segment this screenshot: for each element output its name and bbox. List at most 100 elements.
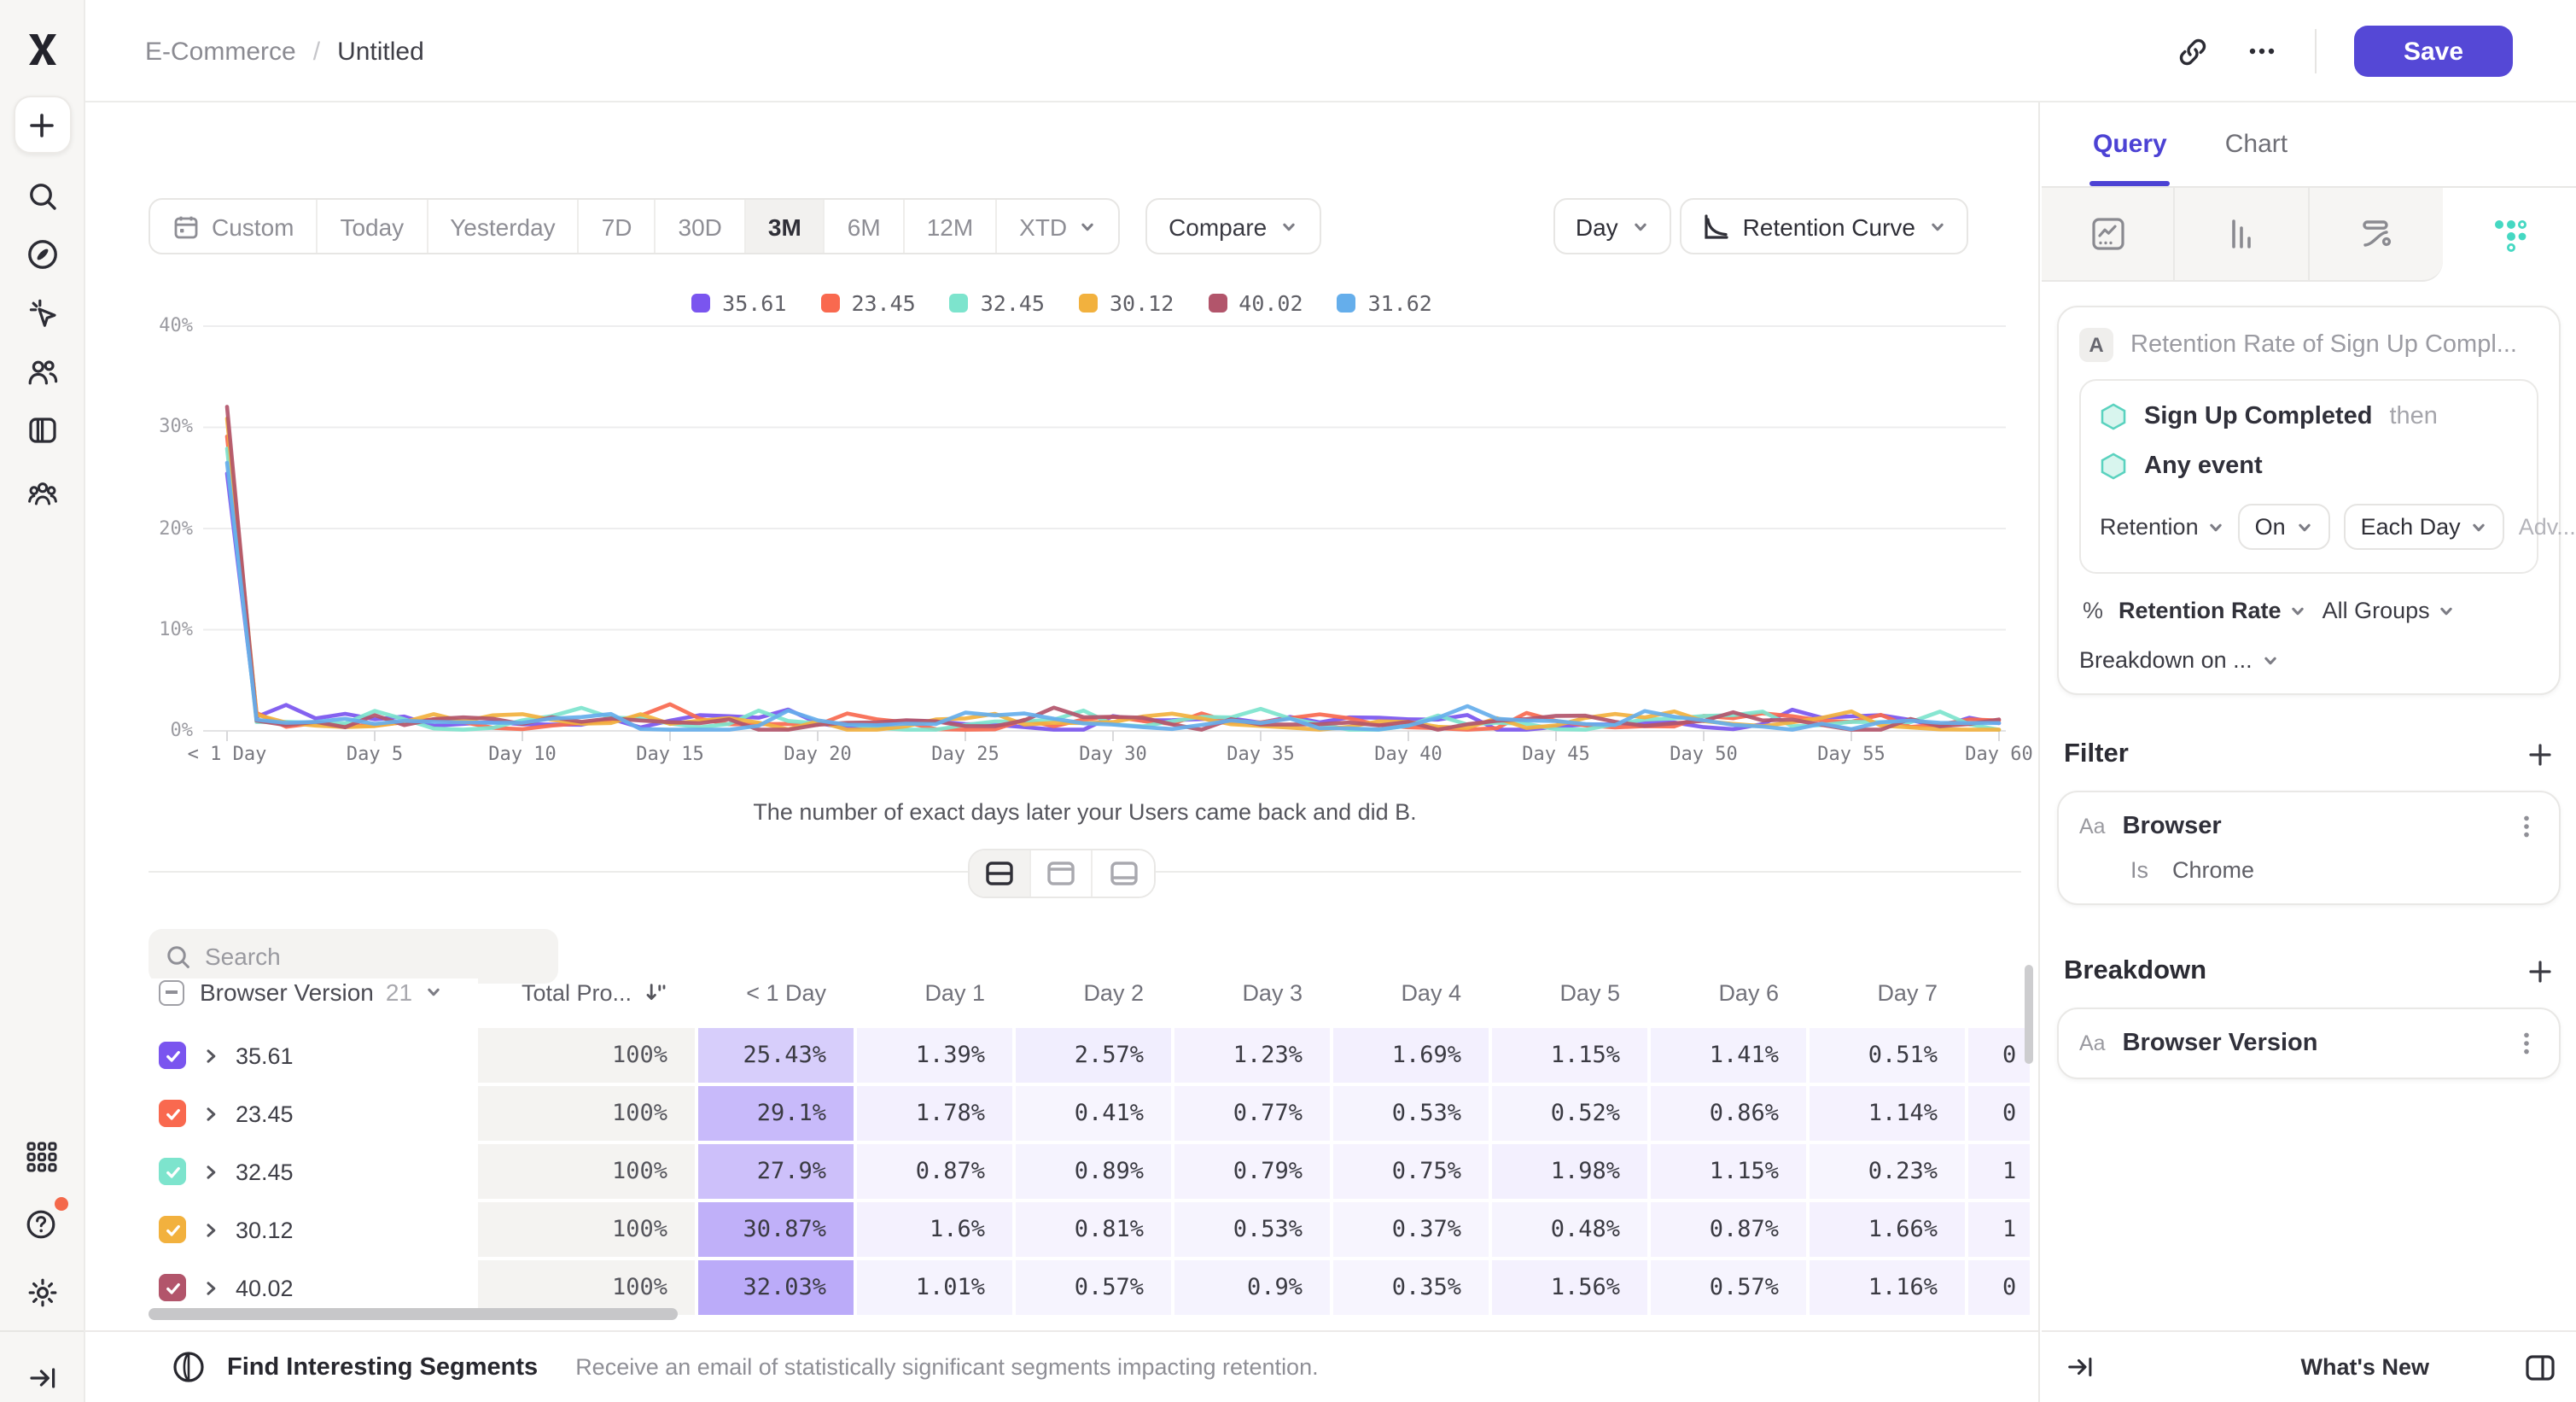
- copy-link-icon[interactable]: [2177, 35, 2209, 67]
- retention-cell: 0.81%: [1012, 1202, 1171, 1257]
- expand-row-chevron-icon[interactable]: [201, 1278, 220, 1297]
- legend-item-40.02[interactable]: 40.02: [1208, 290, 1303, 316]
- expand-row-chevron-icon[interactable]: [201, 1220, 220, 1239]
- date-range-30d[interactable]: 30D: [656, 200, 746, 253]
- segments-compass-icon: [171, 1349, 207, 1385]
- metric-dropdown[interactable]: Retention Rate: [2118, 598, 2307, 623]
- row-checkbox-checked[interactable]: [159, 1042, 186, 1069]
- retention-value: 1.01%: [916, 1274, 985, 1301]
- split-view-toggle[interactable]: [970, 850, 1031, 897]
- retention-line-plot[interactable]: [203, 323, 2016, 743]
- help-icon[interactable]: [13, 1194, 71, 1252]
- add-breakdown-button[interactable]: [2526, 958, 2554, 985]
- panel-tabs: Query Chart: [2042, 102, 2576, 188]
- interesting-segments-bar: Find Interesting Segments Receive an ema…: [85, 1330, 2038, 1402]
- legend-item-32.45[interactable]: 32.45: [950, 290, 1045, 316]
- line-series-32.45[interactable]: [227, 448, 1999, 729]
- whats-new-link[interactable]: What's New: [2301, 1354, 2429, 1380]
- date-range-7d[interactable]: 7D: [580, 200, 656, 253]
- main-vertical-scrollbar[interactable]: [2025, 965, 2033, 1064]
- filter-property-name[interactable]: Browser: [2123, 813, 2497, 840]
- event-sequence-card: Sign Up Completed then Any event Retenti…: [2079, 379, 2538, 574]
- line-series-23.45[interactable]: [227, 436, 1999, 729]
- query-title[interactable]: Retention Rate of Sign Up Compl...: [2130, 331, 2517, 359]
- date-range-12m[interactable]: 12M: [905, 200, 997, 253]
- flows-report-tab[interactable]: [2309, 188, 2443, 282]
- cohorts-nav-icon[interactable]: [13, 464, 71, 523]
- collapse-panel-icon[interactable]: [2066, 1352, 2095, 1382]
- retention-report-tab-selected[interactable]: [2443, 188, 2576, 282]
- compare-button[interactable]: Compare: [1145, 198, 1321, 254]
- row-label: 30.12: [236, 1217, 294, 1242]
- users-nav-icon[interactable]: [13, 343, 71, 401]
- date-range-custom[interactable]: Custom: [150, 200, 318, 253]
- row-checkbox-checked[interactable]: [159, 1274, 186, 1301]
- filter-value[interactable]: Chrome: [2172, 857, 2254, 883]
- discover-compass-icon[interactable]: [13, 225, 71, 283]
- date-range-xtd-dropdown[interactable]: XTD: [997, 200, 1118, 253]
- retention-value: 0.37%: [1392, 1216, 1461, 1243]
- on-dropdown[interactable]: On: [2238, 504, 2330, 550]
- breadcrumb-section[interactable]: E-Commerce: [145, 37, 296, 66]
- chart-only-view-toggle[interactable]: [1031, 850, 1093, 897]
- line-series-40.02[interactable]: [227, 406, 1999, 729]
- first-event-row[interactable]: Sign Up Completed then: [2100, 403, 2518, 430]
- select-all-checkbox-indeterminate[interactable]: [159, 979, 184, 1005]
- chart-type-button[interactable]: Retention Curve: [1680, 198, 1968, 254]
- more-options-icon[interactable]: [2247, 36, 2277, 67]
- filter-operator[interactable]: Is: [2130, 857, 2148, 883]
- retention-value: 0.53%: [1392, 1100, 1461, 1127]
- row-checkbox-checked[interactable]: [159, 1100, 186, 1127]
- group-column-dropdown[interactable]: Browser Version 21: [200, 978, 441, 1006]
- breadcrumb-page-title[interactable]: Untitled: [337, 37, 424, 66]
- tab-chart[interactable]: Chart: [2225, 102, 2288, 186]
- tab-query[interactable]: Query: [2093, 102, 2167, 186]
- breakdown-on-dropdown[interactable]: Breakdown on ...: [2079, 647, 2538, 673]
- legend-item-31.62[interactable]: 31.62: [1338, 290, 1432, 316]
- legend-item-30.12[interactable]: 30.12: [1079, 290, 1174, 316]
- save-button[interactable]: Save: [2354, 26, 2513, 77]
- table-only-view-toggle[interactable]: [1093, 850, 1154, 897]
- line-series-30.12[interactable]: [227, 418, 1999, 729]
- retention-cell-clipped: 0: [1965, 1086, 2030, 1141]
- advanced-dropdown[interactable]: Adv...: [2519, 514, 2576, 540]
- insights-report-tab[interactable]: [2042, 188, 2176, 282]
- breakdown-kebab-menu-icon[interactable]: [2515, 1030, 2538, 1057]
- total-column-header[interactable]: Total Pro...: [478, 979, 695, 1005]
- toolbar-right-group: Day Retention Curve: [1553, 198, 1968, 254]
- retention-type-dropdown[interactable]: Retention: [2100, 514, 2224, 540]
- expand-row-chevron-icon[interactable]: [201, 1162, 220, 1181]
- mixpanel-logo-icon[interactable]: [13, 20, 71, 79]
- date-range-yesterday[interactable]: Yesterday: [428, 200, 580, 253]
- events-cursor-icon[interactable]: [13, 283, 71, 342]
- line-series-31.62[interactable]: [227, 463, 1999, 730]
- table-horizontal-scrollbar[interactable]: [149, 1308, 678, 1320]
- settings-gear-icon[interactable]: [13, 1264, 71, 1322]
- retention-cell: 30.87%: [695, 1202, 854, 1257]
- expand-sidebar-icon[interactable]: [13, 1349, 71, 1402]
- side-panel-layout-icon[interactable]: [2525, 1353, 2556, 1381]
- funnels-report-tab[interactable]: [2176, 188, 2310, 282]
- search-nav-icon[interactable]: [13, 167, 71, 225]
- find-interesting-segments-button[interactable]: Find Interesting Segments: [227, 1353, 538, 1381]
- boards-nav-icon[interactable]: [13, 401, 71, 459]
- line-series-35.61[interactable]: [227, 474, 1999, 730]
- apps-grid-icon[interactable]: [13, 1127, 71, 1185]
- expand-row-chevron-icon[interactable]: [201, 1046, 220, 1065]
- date-range-3m[interactable]: 3M: [746, 200, 825, 253]
- expand-row-chevron-icon[interactable]: [201, 1104, 220, 1123]
- breakdown-property-name[interactable]: Browser Version: [2123, 1030, 2497, 1057]
- second-event-row[interactable]: Any event: [2100, 453, 2518, 480]
- groups-dropdown[interactable]: All Groups: [2322, 598, 2456, 623]
- legend-item-35.61[interactable]: 35.61: [691, 290, 786, 316]
- row-checkbox-checked[interactable]: [159, 1216, 186, 1243]
- create-plus-button[interactable]: [13, 96, 71, 154]
- granularity-button[interactable]: Day: [1553, 198, 1671, 254]
- row-checkbox-checked[interactable]: [159, 1158, 186, 1185]
- each-day-dropdown[interactable]: Each Day: [2344, 504, 2505, 550]
- legend-item-23.45[interactable]: 23.45: [820, 290, 915, 316]
- date-range-today[interactable]: Today: [318, 200, 428, 253]
- filter-kebab-menu-icon[interactable]: [2515, 813, 2538, 840]
- date-range-6m[interactable]: 6M: [825, 200, 905, 253]
- add-filter-button[interactable]: [2526, 741, 2554, 768]
